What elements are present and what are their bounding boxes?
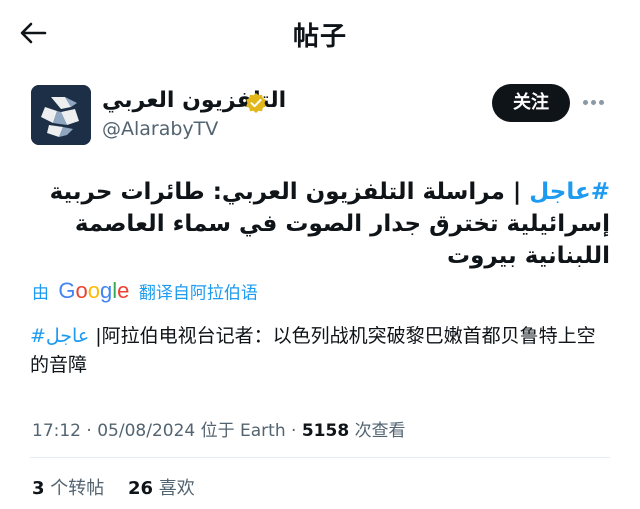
alaraby-logo-icon (31, 85, 91, 145)
tweet-text: #عاجل | مراسلة التلفزيون العربي: طائرات … (30, 176, 610, 272)
tweet-body-text: | مراسلة التلفزيون العربي: طائرات حربية … (49, 179, 610, 269)
post-time[interactable]: 17:12 (32, 421, 81, 441)
translated-from-link[interactable]: 翻译自阿拉伯语 (139, 284, 258, 304)
engagement-stats: 3 个转帖 26 喜欢 (32, 474, 213, 500)
retweet-label: 个转帖 (50, 478, 105, 499)
view-count-label: 次查看 (354, 421, 406, 441)
post-date[interactable]: 05/08/2024 (97, 421, 195, 441)
divider (30, 457, 610, 458)
page-title: 帖子 (292, 22, 347, 52)
translated-text: #عاجل |阿拉伯电视台记者：以色列战机突破黎巴嫩首都贝鲁特上空的音障 (30, 322, 610, 380)
translated-by-label: 由 (32, 283, 49, 304)
like-label: 喜欢 (158, 478, 195, 499)
follow-button[interactable]: 关注 (492, 84, 570, 122)
verified-badge-icon (246, 93, 266, 113)
retweets-stat[interactable]: 3 个转帖 (32, 478, 104, 499)
retweet-count: 3 (32, 478, 45, 499)
translated-body-text: |阿拉伯电视台记者：以色列战机突破黎巴嫩首都贝鲁特上空的音障 (30, 325, 596, 376)
more-horizontal-icon[interactable] (583, 92, 609, 112)
like-count: 26 (128, 478, 154, 499)
hashtag-link[interactable]: #عاجل (529, 179, 610, 205)
google-logo: Google (58, 278, 130, 303)
post-meta: 17:12 · 05/08/2024 位于 Earth · 5158 次查看 (32, 421, 406, 441)
avatar[interactable] (31, 85, 91, 145)
post-detail-page: 帖子 التلفزيون العربي @AlarabyTV 关注 #عاجل … (0, 0, 640, 509)
translated-hashtag-link[interactable]: #عاجل (30, 325, 89, 347)
likes-stat[interactable]: 26 喜欢 (128, 478, 195, 499)
header-bar: 帖子 (0, 0, 640, 70)
post-location: Earth (240, 421, 286, 441)
view-count: 5158 (301, 421, 350, 441)
author-handle[interactable]: @AlarabyTV (102, 118, 218, 140)
translation-attribution: 由 Google 翻译自阿拉伯语 (32, 278, 258, 304)
location-prefix: 位于 (200, 421, 235, 441)
